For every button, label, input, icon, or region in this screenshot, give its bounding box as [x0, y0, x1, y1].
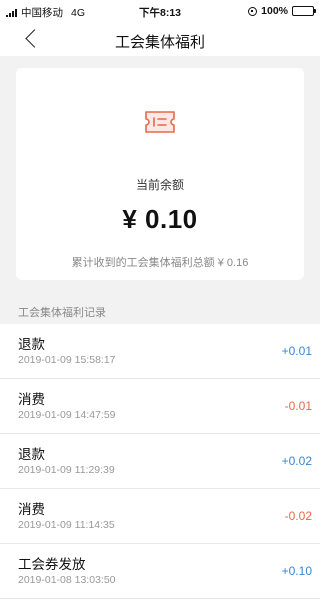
- record-time: 2019-01-09 15:58:17: [18, 354, 116, 366]
- balance-card: 当前余额 ¥ 0.10 累计收到的工会集体福利总额 ¥ 0.16: [16, 68, 304, 280]
- record-amount: +0.01: [281, 344, 312, 358]
- record-amount: +0.02: [281, 454, 312, 468]
- record-time: 2019-01-09 11:29:39: [18, 464, 115, 476]
- record-amount: +0.10: [281, 564, 312, 578]
- records-section-title: 工会集体福利记录: [18, 307, 106, 319]
- battery-icon: [292, 6, 316, 16]
- records-list: 退款 2019-01-09 15:58:17 +0.01 消费 2019-01-…: [0, 324, 320, 599]
- record-type: 退款: [18, 447, 45, 462]
- record-time: 2019-01-08 13:03:50: [18, 574, 116, 586]
- record-type: 消费: [18, 502, 45, 517]
- record-type: 工会券发放: [18, 557, 86, 572]
- record-time: 2019-01-09 11:14:35: [18, 519, 115, 531]
- orientation-lock-icon: [248, 6, 258, 16]
- balance-value: ¥ 0.10: [122, 204, 198, 234]
- balance-label: 当前余额: [135, 178, 184, 192]
- status-right: 100%: [248, 5, 316, 17]
- record-type: 退款: [18, 337, 45, 352]
- status-bar: 中国移动 4G 下午8:13 100%: [0, 0, 320, 22]
- total-received: 累计收到的工会集体福利总额 ¥ 0.16: [71, 257, 249, 269]
- list-item[interactable]: 退款 2019-01-09 11:29:39 +0.02: [0, 434, 320, 489]
- list-item[interactable]: 退款 2019-01-09 15:58:17 +0.01: [0, 324, 320, 379]
- list-item[interactable]: 工会券发放 2019-01-08 13:03:50 +0.10: [0, 544, 320, 599]
- nav-bar: 工会集体福利: [0, 22, 320, 56]
- list-item[interactable]: 消费 2019-01-09 11:14:35 -0.02: [0, 489, 320, 544]
- record-amount: -0.02: [284, 509, 312, 523]
- page-title: 工会集体福利: [114, 34, 205, 51]
- record-time: 2019-01-09 14:47:59: [18, 409, 116, 421]
- record-type: 消费: [18, 392, 45, 407]
- record-amount: -0.01: [284, 399, 312, 413]
- list-item[interactable]: 消费 2019-01-09 14:47:59 -0.01: [0, 379, 320, 434]
- ticket-icon: [145, 111, 175, 133]
- battery-percent: 100%: [261, 5, 288, 17]
